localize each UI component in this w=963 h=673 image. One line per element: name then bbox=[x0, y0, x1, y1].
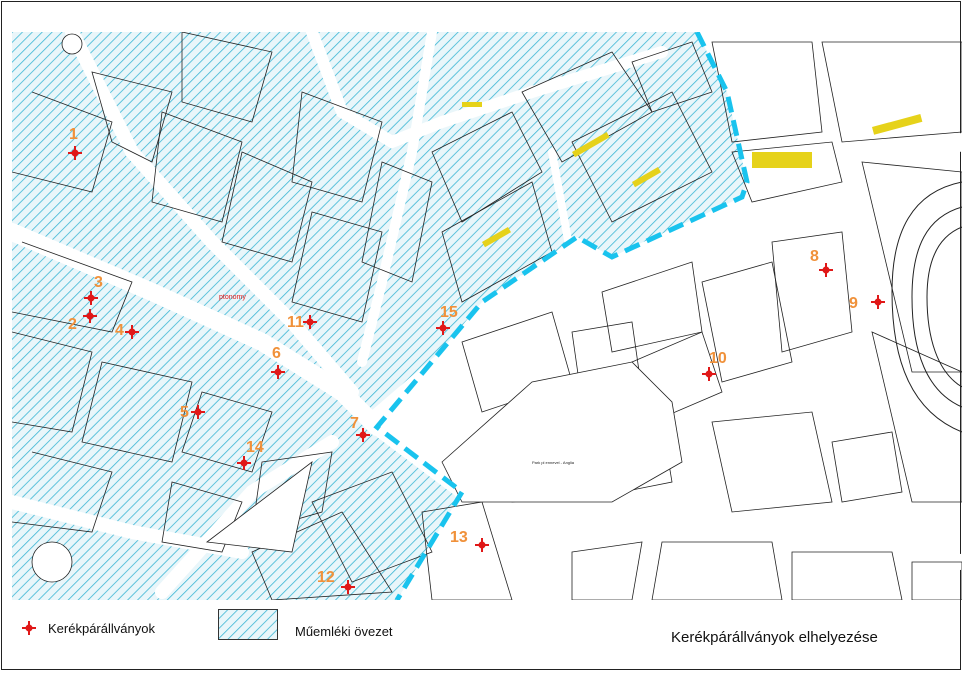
rack-label-14: 14 bbox=[246, 439, 264, 456]
legend-rack-label: Kerékpárállványok bbox=[48, 621, 155, 636]
rack-label-4: 4 bbox=[115, 322, 124, 339]
rack-label-10: 10 bbox=[709, 350, 727, 367]
city-map: Park pl ennevel - Anglia 123456789101112… bbox=[12, 32, 962, 600]
rack-marker-13[interactable] bbox=[475, 538, 489, 552]
rack-label-1: 1 bbox=[69, 126, 78, 143]
park-anglia bbox=[441, 361, 683, 503]
rack-label-2: 2 bbox=[68, 316, 77, 333]
rack-label-9: 9 bbox=[849, 295, 858, 312]
roundabout-north bbox=[61, 33, 83, 55]
rack-marker-8[interactable] bbox=[819, 263, 833, 277]
rack-label-6: 6 bbox=[272, 345, 281, 362]
hatched-zone-swatch-icon bbox=[218, 609, 278, 640]
legend-zone-label: Műemléki övezet bbox=[295, 624, 393, 639]
map-frame: Park pl ennevel - Anglia 1 2 3 4 5 6 7 8 9 10 11 12… bbox=[1, 1, 962, 670]
roundabout-south bbox=[31, 541, 73, 583]
bike-rack-marker-icon bbox=[22, 621, 36, 635]
rack-label-15: 15 bbox=[440, 304, 458, 321]
rack-label-11: 11 bbox=[287, 314, 304, 331]
rack-label-12: 12 bbox=[317, 569, 335, 586]
stadium bbox=[891, 181, 962, 433]
rack-label-5: 5 bbox=[180, 404, 189, 421]
park-label: Park pl ennevel - Anglia bbox=[532, 460, 575, 465]
street-label-red: ptonomy bbox=[219, 294, 246, 301]
map-area: Park pl ennevel - Anglia 1 2 3 4 5 6 7 8 9 10 11 12… bbox=[12, 32, 962, 600]
rack-label-13: 13 bbox=[450, 529, 468, 546]
rack-label-3: 3 bbox=[94, 274, 103, 291]
rack-marker-10[interactable] bbox=[702, 367, 716, 381]
rack-label-8: 8 bbox=[810, 248, 819, 265]
rack-label-7: 7 bbox=[350, 415, 359, 432]
map-title: Kerékpárállványok elhelyezése bbox=[671, 629, 878, 646]
